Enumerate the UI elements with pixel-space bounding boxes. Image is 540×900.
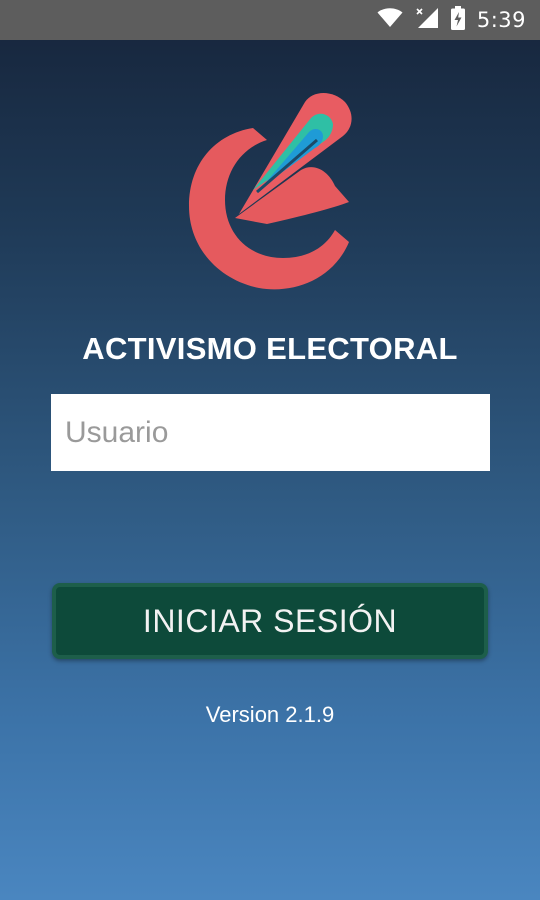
app-logo-graphic: [189, 93, 352, 290]
cell-signal-icon: [415, 7, 439, 33]
battery-charging-icon: [450, 6, 465, 34]
app-title: ACTIVISMO ELECTORAL: [82, 331, 458, 366]
wifi-icon: [377, 8, 403, 32]
status-icons: 5:39: [377, 0, 526, 40]
app-logo: [183, 88, 359, 296]
username-input[interactable]: [51, 394, 490, 471]
version-label: Version 2.1.9: [205, 702, 335, 727]
status-bar: 5:39: [0, 0, 540, 40]
login-button[interactable]: INICIAR SESIÓN: [52, 583, 488, 659]
status-time: 5:39: [476, 8, 526, 32]
